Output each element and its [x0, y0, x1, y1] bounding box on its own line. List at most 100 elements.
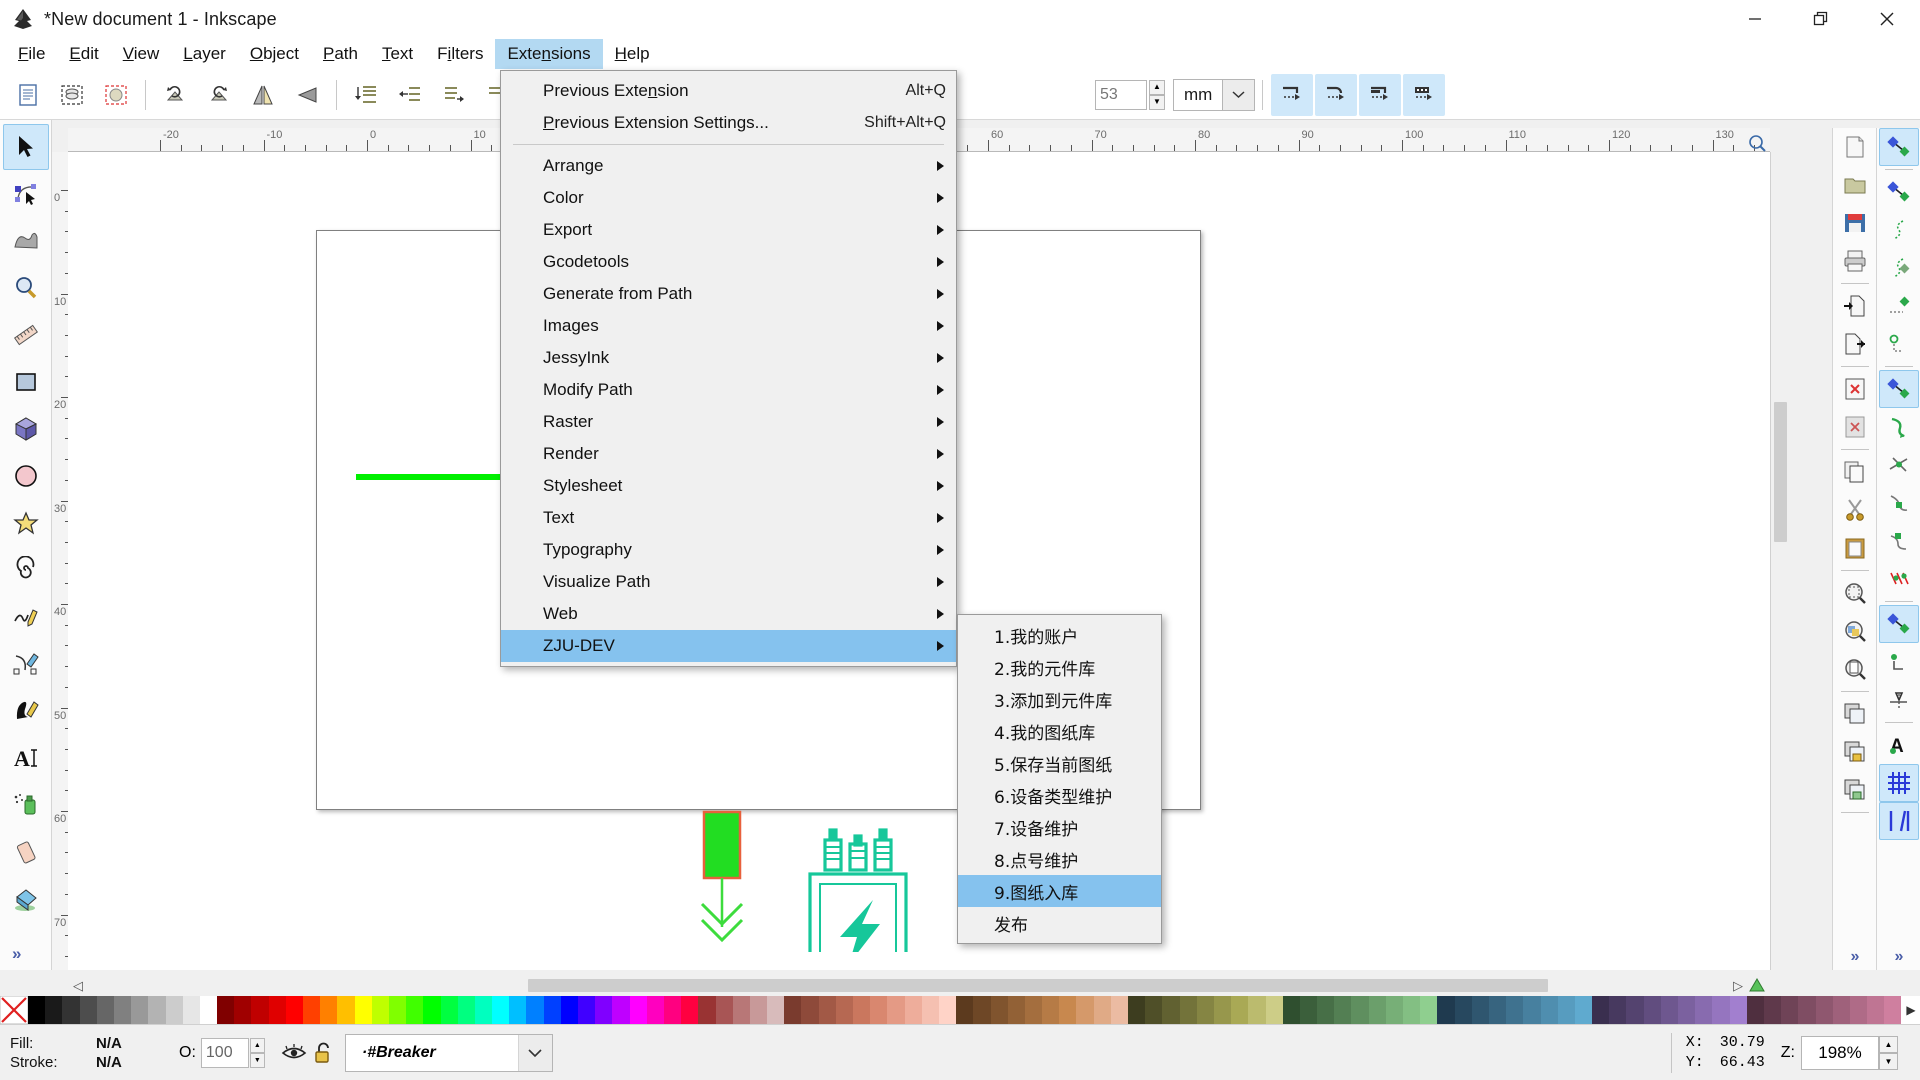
fill-stroke-indicator[interactable]: Fill: N/A Stroke: N/A: [0, 1034, 175, 1072]
zju-submenu-item-1[interactable]: 1.我的账户: [958, 619, 1161, 651]
new-document-icon[interactable]: [7, 74, 49, 116]
palette-swatch[interactable]: [182, 996, 200, 1024]
lower-icon[interactable]: [389, 74, 431, 116]
palette-swatch[interactable]: [681, 996, 699, 1024]
palette-swatch[interactable]: [268, 996, 286, 1024]
extensions-menu-item-previous-extension[interactable]: Previous Extension Alt+Q: [501, 75, 956, 107]
close-button[interactable]: [1854, 0, 1920, 38]
palette-swatch[interactable]: [96, 996, 114, 1024]
palette-swatch[interactable]: [1643, 996, 1661, 1024]
palette-swatch[interactable]: [629, 996, 647, 1024]
palette-swatch[interactable]: [1196, 996, 1214, 1024]
snap-object-center-icon[interactable]: [1878, 605, 1919, 643]
extensions-menu-item-arrange[interactable]: Arrange: [501, 150, 956, 182]
layer-selector[interactable]: ·#Breaker: [344, 1033, 553, 1072]
palette-swatch[interactable]: [406, 996, 424, 1024]
zoom-spinner[interactable]: ▲ ▼: [1879, 1035, 1898, 1070]
zoom-down[interactable]: ▼: [1879, 1052, 1898, 1070]
eye-icon[interactable]: [279, 1038, 309, 1068]
unlock-icon[interactable]: [309, 1038, 339, 1068]
paint-bucket-tool[interactable]: [3, 876, 49, 922]
extensions-menu-item-text[interactable]: Text: [501, 502, 956, 534]
extensions-menu-item-generate-from-path[interactable]: Generate from Path: [501, 278, 956, 310]
rectangle-tool[interactable]: [3, 359, 49, 405]
open-icon[interactable]: [1835, 166, 1875, 204]
move-relative-icon[interactable]: [1271, 73, 1314, 116]
palette-swatch[interactable]: [1712, 996, 1730, 1024]
palette-swatch[interactable]: [1110, 996, 1128, 1024]
extensions-menu-item-previous-extension-settings[interactable]: Previous Extension Settings... Shift+Alt+…: [501, 107, 956, 139]
palette-swatch[interactable]: [1626, 996, 1644, 1024]
zju-submenu-item-7[interactable]: 7.设备维护: [958, 811, 1161, 843]
scroll-left-button[interactable]: ◁: [68, 976, 88, 995]
palette-swatch[interactable]: [492, 996, 510, 1024]
palette-swatch[interactable]: [698, 996, 716, 1024]
palette-swatch[interactable]: [148, 996, 166, 1024]
spinner-up[interactable]: ▲: [1149, 79, 1165, 95]
transform-pattern-icon[interactable]: [1403, 73, 1446, 116]
snap-bbox-edge-icon[interactable]: [1879, 211, 1919, 249]
palette-swatch[interactable]: [1781, 996, 1799, 1024]
palette-swatch[interactable]: [543, 996, 561, 1024]
group-icon[interactable]: [1835, 733, 1875, 771]
palette-swatch[interactable]: [1557, 996, 1575, 1024]
palette-swatch[interactable]: [1282, 996, 1300, 1024]
extensions-menu-item-visualize-path[interactable]: Visualize Path: [501, 566, 956, 598]
palette-swatch[interactable]: [1317, 996, 1335, 1024]
snap-rotation-center-icon[interactable]: [1879, 643, 1919, 681]
flip-vertical-icon[interactable]: [286, 74, 328, 116]
minimize-button[interactable]: [1722, 0, 1788, 38]
save-icon[interactable]: [1835, 204, 1875, 242]
opacity-control[interactable]: O: ▲ ▼: [179, 1037, 265, 1068]
palette-swatch[interactable]: [1488, 996, 1507, 1024]
palette-swatch[interactable]: [217, 996, 235, 1024]
palette-swatch[interactable]: [784, 996, 802, 1024]
palette-swatch[interactable]: [1867, 996, 1885, 1024]
toolbox-overflow-button[interactable]: »: [12, 944, 21, 964]
palette-swatch[interactable]: [1884, 996, 1902, 1024]
palette-swatch[interactable]: [1437, 996, 1455, 1024]
zoom-tool[interactable]: [3, 265, 49, 311]
palette-scroll-right-icon[interactable]: ▶: [1902, 996, 1920, 1024]
undo-icon[interactable]: [1835, 370, 1875, 408]
palette-swatch[interactable]: [423, 996, 441, 1024]
flip-horizontal-icon[interactable]: [242, 74, 284, 116]
palette-swatch[interactable]: [28, 996, 46, 1024]
palette-swatch[interactable]: [1832, 996, 1850, 1024]
snap-bbox-icon[interactable]: [1879, 173, 1919, 211]
calligraphy-tool[interactable]: [3, 688, 49, 734]
palette-swatch[interactable]: [1162, 996, 1180, 1024]
new-icon[interactable]: [1835, 128, 1875, 166]
palette-swatch[interactable]: [303, 996, 321, 1024]
palette-swatch[interactable]: [1574, 996, 1593, 1024]
palette-swatch[interactable]: [1609, 996, 1627, 1024]
rotate-ccw-icon[interactable]: [154, 74, 196, 116]
palette-swatch[interactable]: [1403, 996, 1421, 1024]
palette-swatch[interactable]: [1385, 996, 1403, 1024]
spiral-tool[interactable]: [3, 547, 49, 593]
palette-swatch[interactable]: [113, 996, 132, 1024]
palette-swatch[interactable]: [749, 996, 768, 1024]
palette-swatch[interactable]: [320, 996, 338, 1024]
snap-smooth-node-icon[interactable]: [1879, 522, 1919, 560]
3dbox-tool[interactable]: [3, 406, 49, 452]
extensions-menu-item-jessyink[interactable]: JessyInk: [501, 342, 956, 374]
palette-swatch[interactable]: [251, 996, 269, 1024]
palette-swatch[interactable]: [578, 996, 596, 1024]
redo-icon[interactable]: [1835, 408, 1875, 446]
palette-swatch[interactable]: [388, 996, 407, 1024]
extensions-menu-item-zju-dev[interactable]: ZJU-DEV: [501, 630, 956, 662]
palette-swatch[interactable]: [457, 996, 475, 1024]
horizontal-scrollbar-thumb[interactable]: [528, 979, 1548, 992]
cut-icon[interactable]: [1835, 491, 1875, 529]
zju-submenu-item-4[interactable]: 4.我的图纸库: [958, 715, 1161, 747]
palette-swatch[interactable]: [956, 996, 974, 1024]
palette-swatch[interactable]: [1024, 996, 1043, 1024]
palette-swatch[interactable]: [612, 996, 630, 1024]
commands-overflow-button[interactable]: »: [1833, 948, 1877, 966]
palette-swatch[interactable]: [1076, 996, 1094, 1024]
extensions-menu-item-gcodetools[interactable]: Gcodetools: [501, 246, 956, 278]
menu-object[interactable]: Object: [238, 39, 311, 69]
snap-cusp-node-icon[interactable]: [1879, 484, 1919, 522]
zju-submenu-item-2[interactable]: 2.我的元件库: [958, 651, 1161, 683]
